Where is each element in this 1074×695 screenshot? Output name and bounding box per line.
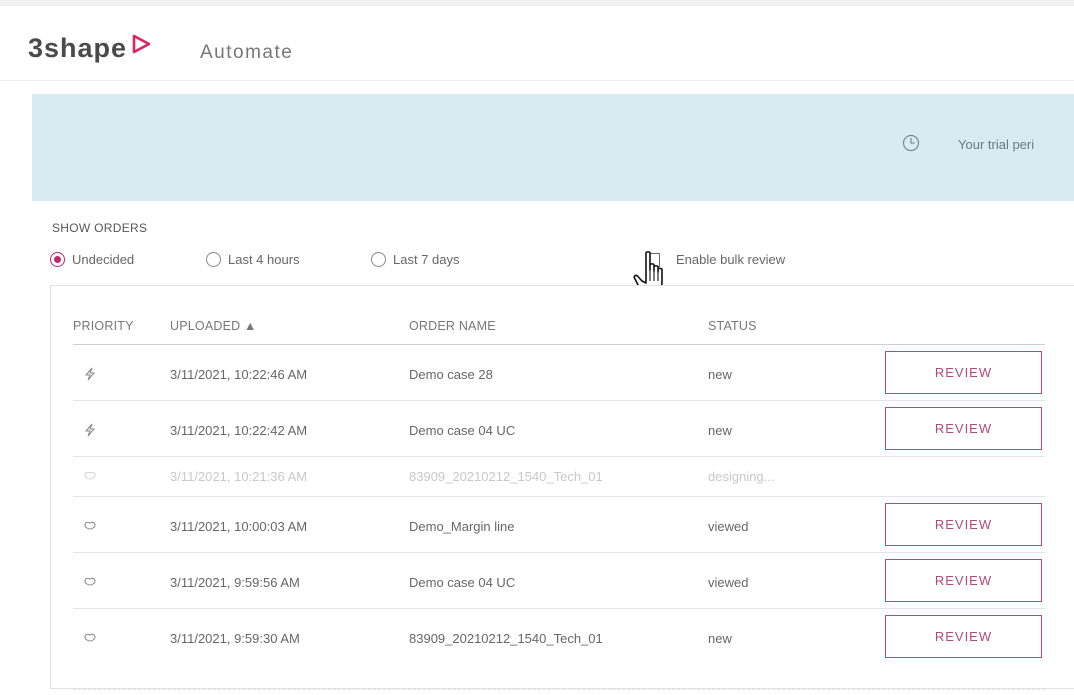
uploaded-cell: 3/11/2021, 9:59:56 AM	[170, 575, 300, 590]
order-name-cell: Demo case 28	[409, 367, 493, 382]
radio-button[interactable]	[371, 252, 386, 267]
uploaded-cell: 3/11/2021, 10:22:42 AM	[170, 423, 308, 438]
status-cell: new	[708, 367, 732, 382]
app-header: 3shape Automate	[0, 6, 1074, 80]
column-header-uploaded[interactable]: UPLOADED ▲	[170, 319, 257, 333]
uploaded-cell: 3/11/2021, 10:22:46 AM	[170, 367, 308, 382]
table-row: 3/11/2021, 10:21:36 AM 83909_20210212_15…	[73, 456, 1045, 497]
trial-banner: Your trial peri	[32, 94, 1074, 201]
header-divider	[0, 80, 1074, 81]
tooth-icon	[84, 471, 96, 480]
uploaded-cell: 3/11/2021, 10:21:36 AM	[170, 469, 308, 484]
filter-last-7-days[interactable]: Last 7 days	[371, 252, 460, 267]
filter-label: Undecided	[72, 252, 135, 267]
orders-table: PRIORITY UPLOADED ▲ ORDER NAME STATUS 3/…	[50, 285, 1074, 690]
order-name-cell: 83909_20210212_1540_Tech_01	[409, 469, 603, 484]
filter-label: Last 4 hours	[228, 252, 300, 267]
review-button[interactable]: REVIEW	[885, 351, 1042, 394]
status-cell: new	[708, 423, 732, 438]
status-cell: designing...	[708, 469, 775, 484]
table-row[interactable]: 3/11/2021, 9:59:30 AM 83909_20210212_154…	[73, 608, 1045, 665]
column-header-priority[interactable]: PRIORITY	[73, 319, 134, 333]
review-button[interactable]: REVIEW	[885, 615, 1042, 658]
order-name-cell: Demo_Margin line	[409, 519, 515, 534]
trial-period-text: Your trial peri	[958, 137, 1035, 152]
lightning-icon	[84, 423, 96, 437]
review-button[interactable]: REVIEW	[885, 503, 1042, 546]
order-name-cell: 83909_20210212_1540_Tech_01	[409, 631, 603, 646]
bulk-review-label: Enable bulk review	[676, 252, 786, 267]
table-row[interactable]: 3/11/2021, 10:00:03 AM Demo_Margin line …	[73, 496, 1045, 553]
review-button[interactable]: REVIEW	[885, 559, 1042, 602]
status-cell: viewed	[708, 519, 749, 534]
tooth-icon	[84, 633, 96, 642]
radio-button[interactable]	[50, 252, 65, 267]
order-name-cell: Demo case 04 UC	[409, 423, 516, 438]
logo: 3shape	[28, 33, 151, 64]
triangle-logo-icon	[132, 34, 151, 53]
filter-last-4-hours[interactable]: Last 4 hours	[206, 252, 300, 267]
order-filters: Undecided Last 4 hours Last 7 days Enabl…	[50, 252, 1050, 272]
table-row[interactable]: 3/11/2021, 10:22:42 AM Demo case 04 UC n…	[73, 400, 1045, 457]
status-cell: new	[708, 631, 732, 646]
filter-label: Last 7 days	[393, 252, 460, 267]
table-row[interactable]: 3/11/2021, 10:22:46 AM Demo case 28 new …	[73, 344, 1045, 401]
table-row[interactable]: 3/11/2021, 9:59:56 AM Demo case 04 UC vi…	[73, 552, 1045, 609]
logo-text: 3shape	[28, 33, 128, 63]
clock-icon	[902, 134, 920, 152]
column-header-order-name[interactable]: ORDER NAME	[409, 319, 496, 333]
uploaded-cell: 3/11/2021, 9:59:30 AM	[170, 631, 300, 646]
table-bottom-divider	[73, 689, 1045, 690]
review-button[interactable]: REVIEW	[885, 407, 1042, 450]
filter-undecided[interactable]: Undecided	[50, 252, 134, 267]
app-name: Automate	[200, 42, 294, 63]
order-name-cell: Demo case 04 UC	[409, 575, 516, 590]
status-cell: viewed	[708, 575, 749, 590]
uploaded-cell: 3/11/2021, 10:00:03 AM	[170, 519, 308, 534]
tooth-icon	[84, 521, 96, 530]
lightning-icon	[84, 367, 96, 381]
tooth-icon	[84, 577, 96, 586]
radio-button[interactable]	[206, 252, 221, 267]
show-orders-heading: SHOW ORDERS	[52, 221, 148, 235]
column-header-status[interactable]: STATUS	[708, 319, 757, 333]
